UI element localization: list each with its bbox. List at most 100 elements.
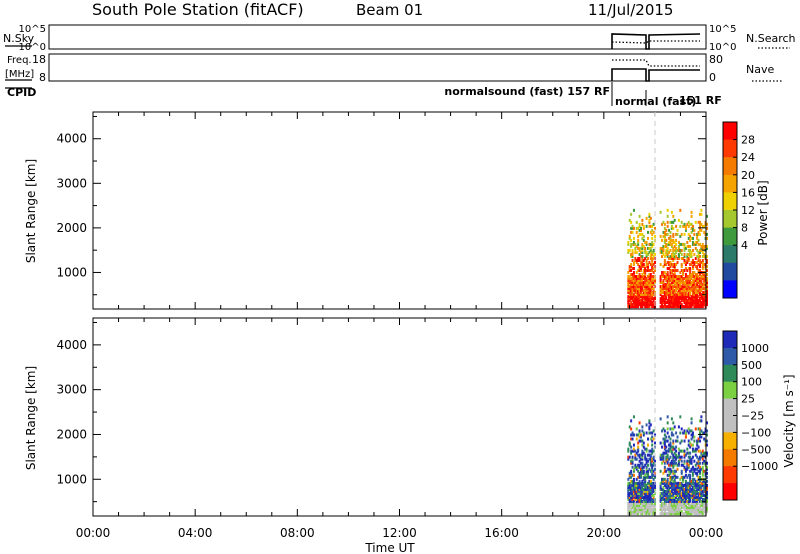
velocity-cell: [642, 441, 645, 445]
velocity-cell: [628, 441, 631, 445]
power-cell: [654, 234, 657, 238]
power-cell: [666, 232, 669, 236]
power-cell: [676, 260, 679, 264]
velocity-cell: [663, 429, 666, 433]
velocity-cell: [672, 439, 675, 443]
power-cell: [697, 238, 700, 242]
velocity-cell: [641, 425, 644, 429]
velocity-cell: [666, 431, 669, 435]
power-cell: [632, 226, 635, 230]
velocity-cell: [700, 419, 703, 423]
colorbar-segment: [723, 157, 737, 176]
velocity-cell: [659, 469, 662, 473]
time-x-axis-title: Time UT: [364, 541, 415, 554]
velocity-cell: [661, 445, 664, 449]
velocity-cell: [670, 417, 673, 421]
velocity-cell: [666, 477, 669, 481]
colorbar-tick-label: −25: [741, 410, 764, 423]
colorbar-tick-label: 25: [741, 393, 755, 406]
velocity-cell: [630, 445, 633, 449]
velocity-cell: [698, 461, 701, 465]
power-cell: [680, 262, 683, 266]
colorbar-tick-label: −100: [741, 426, 771, 439]
power-cell: [675, 242, 678, 246]
power-y-axis-title: Slant Range [km]: [24, 159, 38, 263]
velocity-cell: [691, 455, 694, 459]
velocity-cell: [700, 435, 703, 439]
power-cell: [631, 248, 634, 252]
y-tick-label: 2000: [56, 427, 87, 441]
velocity-cell: [675, 445, 678, 449]
power-cell: [689, 267, 692, 271]
velocity-cell: [680, 469, 683, 473]
y-tick-label: 1000: [56, 265, 87, 279]
power-cell: [646, 256, 649, 260]
colorbar-segment: [723, 174, 737, 193]
velocity-cell: [675, 449, 678, 453]
velocity-cell: [642, 469, 645, 473]
velocity-cell: [652, 455, 655, 459]
velocity-cell: [694, 427, 697, 431]
velocity-cell: [679, 431, 682, 435]
power-cell: [691, 236, 694, 240]
power-cell: [630, 212, 633, 216]
power-cell: [642, 224, 645, 228]
power-cell: [663, 222, 666, 226]
power-axis-ticks: [92, 112, 707, 309]
velocity-cell: [676, 435, 679, 439]
velocity-cell: [628, 455, 631, 459]
velocity-cell: [669, 455, 672, 459]
power-cell: [680, 248, 683, 252]
colorbar-tick-label: 24: [741, 151, 755, 164]
velocity-cell: [680, 455, 683, 459]
y-tick-label: 4000: [56, 338, 87, 352]
cpid-mode-1-label: normalsound (fast) 157 RF: [444, 85, 610, 98]
velocity-cell: [632, 433, 635, 437]
nave-label: Nave: [746, 63, 774, 76]
x-tick-label: 08:00: [280, 526, 315, 540]
y-tick-label: 3000: [56, 176, 87, 190]
power-cell: [669, 234, 672, 238]
colorbar-segment: [723, 331, 737, 349]
noise-sky-trace: [611, 33, 701, 50]
velocity-cell: [652, 449, 655, 453]
velocity-cell: [632, 473, 635, 477]
power-cell: [627, 240, 630, 244]
power-cell: [666, 271, 669, 275]
colorbar-tick-label: 4: [741, 239, 748, 252]
velocity-cell: [665, 445, 668, 449]
velocity-cell: [635, 437, 638, 441]
velocity-cell: [652, 429, 655, 433]
velocity-cell: [659, 417, 662, 421]
power-cell: [693, 228, 696, 232]
freq-panel: Freq. [MHz] 18 8 80 0 Nave: [5, 53, 782, 84]
colorbar-tick-label: −1000: [741, 460, 778, 473]
power-cell: [683, 252, 686, 256]
x-tick-label: 20:00: [587, 526, 622, 540]
power-cell: [666, 224, 669, 228]
velocity-cell: [638, 429, 641, 433]
power-cell: [675, 238, 678, 242]
velocity-cell: [689, 451, 692, 455]
power-cell: [652, 242, 655, 246]
velocity-cell: [646, 463, 649, 467]
power-cell: [680, 232, 683, 236]
colorbar-segment: [723, 210, 737, 229]
velocity-cell: [693, 435, 696, 439]
power-cell: [679, 224, 682, 228]
velocity-cell: [701, 465, 704, 469]
power-cell: [632, 208, 635, 212]
power-cell: [677, 218, 680, 222]
velocity-y-tick-labels: 1000 2000 3000 4000: [56, 338, 87, 486]
velocity-cell: [691, 431, 694, 435]
power-cell: [661, 238, 664, 242]
velocity-cell: [676, 475, 679, 479]
freq-left-tick-top: 18: [32, 53, 46, 66]
velocity-cell: [632, 415, 635, 419]
colorbar-tick-label: 28: [741, 134, 755, 147]
velocity-cell: [663, 465, 666, 469]
velocity-cell: [642, 431, 645, 435]
power-cell: [693, 252, 696, 256]
power-cell: [673, 218, 676, 222]
velocity-cell: [690, 421, 693, 425]
